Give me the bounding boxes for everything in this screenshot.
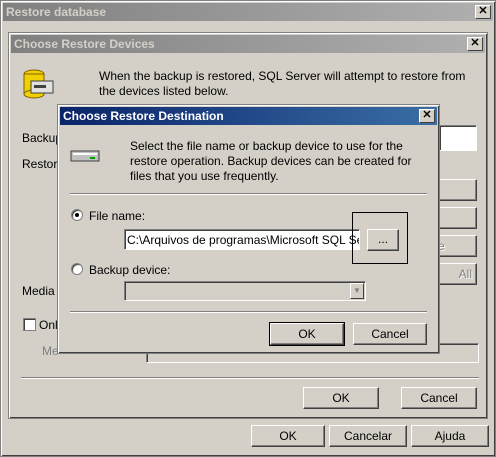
- devices-titlebar: Choose Restore Devices ✕: [11, 35, 485, 53]
- file-name-radio[interactable]: [71, 209, 83, 221]
- only-checkbox-label: Onl: [39, 318, 58, 332]
- device-button-1[interactable]: [437, 179, 477, 201]
- destination-ok-button[interactable]: OK: [269, 322, 345, 346]
- file-name-input[interactable]: C:\Arquivos de programas\Microsoft SQL S…: [124, 229, 360, 250]
- close-icon[interactable]: ✕: [419, 109, 435, 123]
- restore-cancel-button[interactable]: Cancelar: [329, 425, 407, 447]
- close-icon[interactable]: ✕: [475, 5, 491, 19]
- restore-database-title: Restore database: [6, 5, 107, 19]
- file-name-label: File name:: [89, 209, 146, 223]
- restore-ok-button[interactable]: OK: [251, 425, 325, 447]
- backup-device-radio[interactable]: [71, 263, 83, 275]
- devices-list[interactable]: [439, 125, 477, 151]
- destination-separator-bottom: [70, 311, 427, 313]
- devices-separator: [21, 377, 479, 379]
- database-icon: [21, 67, 55, 101]
- backup-device-select[interactable]: ▼: [124, 281, 366, 301]
- choose-restore-destination-dialog: Choose Restore Destination ✕ Select the …: [57, 104, 440, 354]
- only-checkbox[interactable]: [23, 318, 36, 331]
- destination-description: Select the file name or backup device to…: [130, 139, 412, 183]
- device-button-4[interactable]: All: [437, 263, 477, 285]
- destination-separator-top: [70, 193, 427, 195]
- devices-ok-button[interactable]: OK: [303, 387, 379, 409]
- restore-help-button[interactable]: Ajuda: [411, 425, 489, 447]
- device-button-2[interactable]: [437, 207, 477, 229]
- radio-selected-dot: [75, 213, 79, 217]
- close-icon[interactable]: ✕: [467, 37, 483, 51]
- backup-device-label: Backup device:: [89, 263, 171, 277]
- chevron-down-icon[interactable]: ▼: [350, 283, 364, 299]
- destination-cancel-button[interactable]: Cancel: [353, 323, 427, 345]
- browse-button[interactable]: ...: [367, 229, 399, 251]
- devices-cancel-button[interactable]: Cancel: [401, 387, 477, 409]
- file-name-value: C:\Arquivos de programas\Microsoft SQL S…: [127, 233, 360, 247]
- devices-title: Choose Restore Devices: [14, 37, 155, 51]
- restore-database-titlebar: Restore database ✕: [3, 3, 493, 21]
- destination-title: Choose Restore Destination: [63, 109, 224, 123]
- devices-description: When the backup is restored, SQL Server …: [99, 69, 466, 98]
- device-button-3[interactable]: e: [437, 235, 477, 257]
- destination-titlebar: Choose Restore Destination ✕: [60, 107, 437, 125]
- drive-icon: [70, 149, 100, 163]
